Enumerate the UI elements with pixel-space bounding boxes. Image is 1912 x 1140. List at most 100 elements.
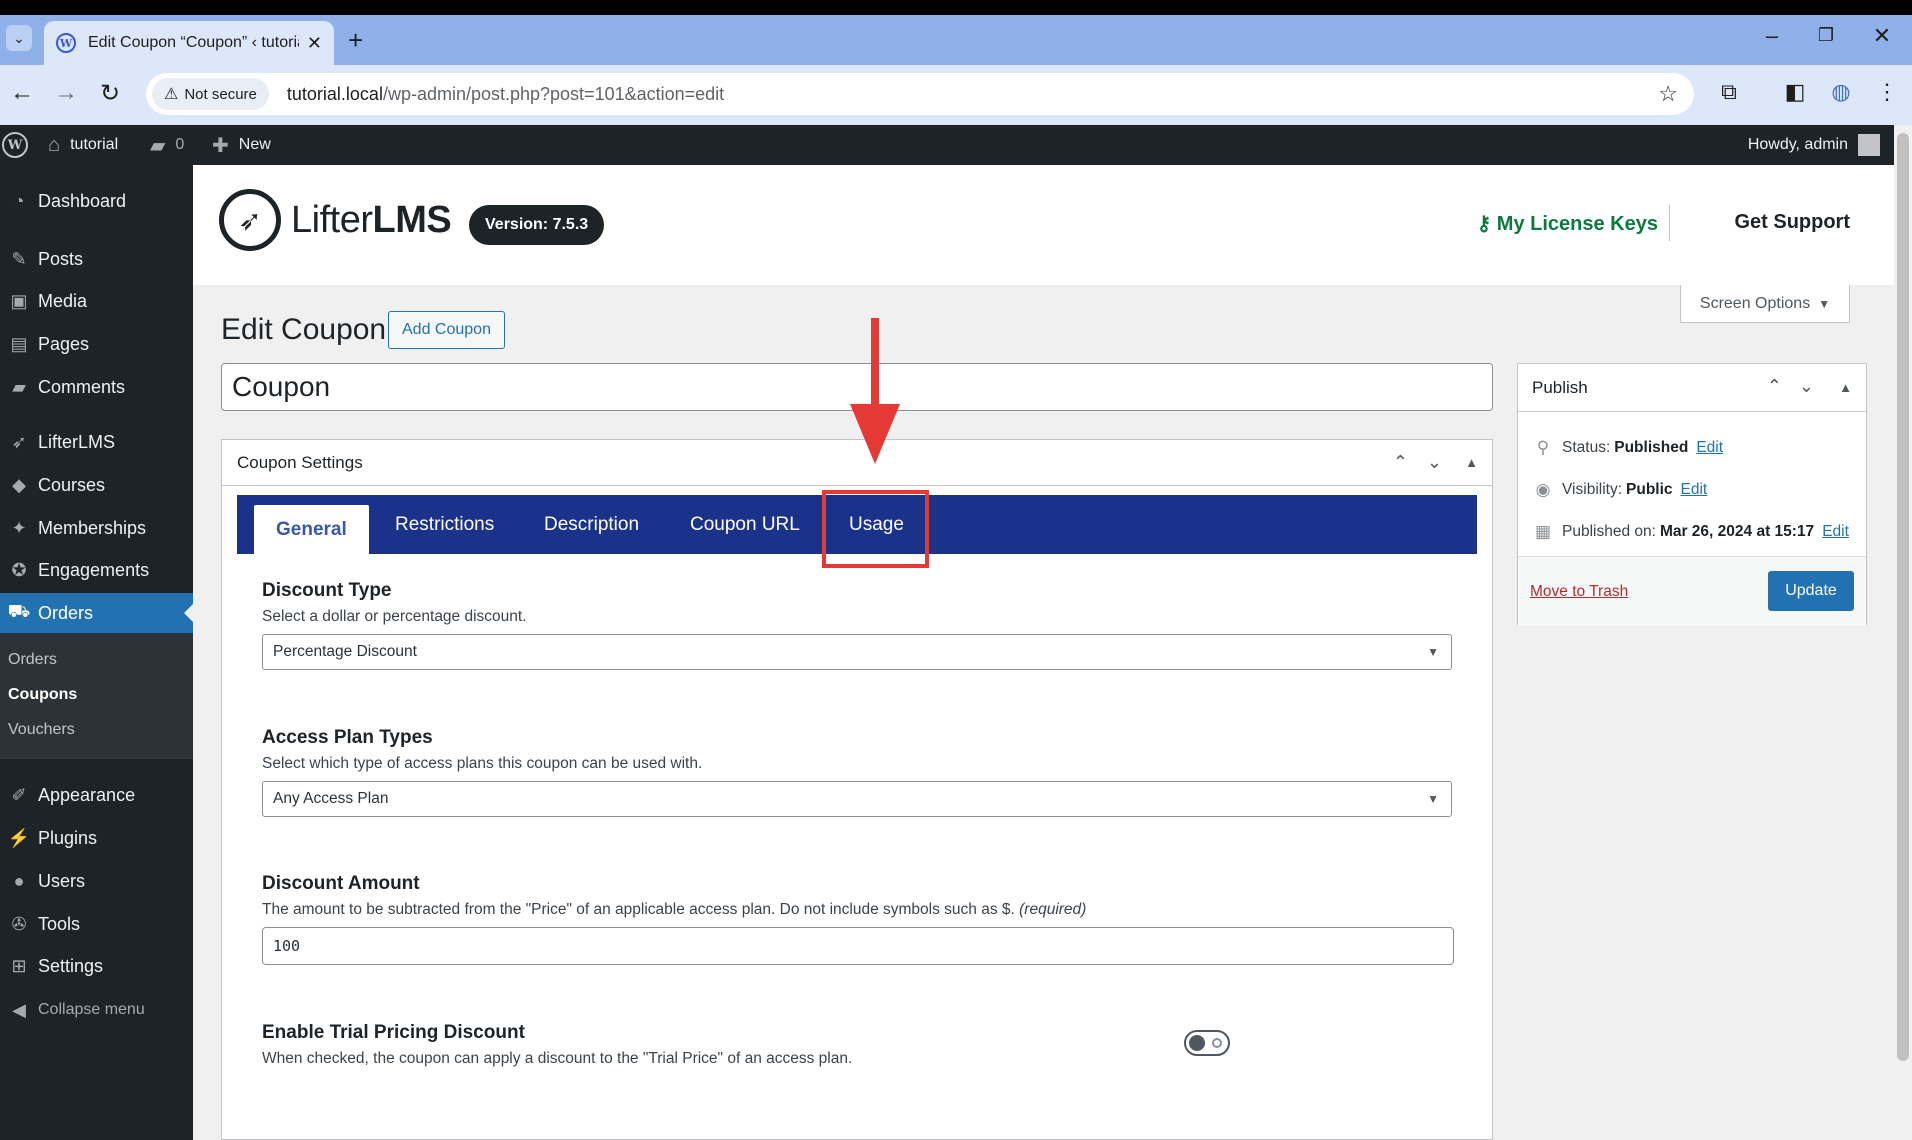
- menu-pages[interactable]: ▤ Pages: [0, 324, 193, 364]
- restore-button[interactable]: ❐: [1806, 25, 1846, 46]
- wordpress-logo-icon: W: [2, 132, 28, 158]
- site-name: tutorial: [70, 136, 119, 153]
- edit-date-link[interactable]: Edit: [1822, 523, 1849, 541]
- page-scrollbar[interactable]: [1894, 125, 1912, 1140]
- move-down-icon[interactable]: ⌄: [1427, 452, 1442, 473]
- site-name-link[interactable]: ⌂ tutorial: [48, 125, 118, 165]
- rocket-logo-icon: ➶: [219, 189, 281, 251]
- forward-button[interactable]: →: [50, 79, 82, 107]
- comments-count: 0: [175, 136, 185, 153]
- submenu-orders[interactable]: Orders: [8, 651, 57, 669]
- submenu-coupons[interactable]: Coupons: [8, 686, 77, 704]
- side-panel-icon[interactable]: ◧: [1778, 79, 1812, 105]
- settings-icon: ⊞: [11, 955, 27, 976]
- access-plan-types-desc: Select which type of access plans this c…: [262, 755, 703, 772]
- warning-icon: ⚠: [164, 86, 179, 103]
- access-plan-types-label: Access Plan Types: [262, 727, 433, 748]
- publish-actions: Move to Trash Update: [1518, 556, 1866, 626]
- menu-kebab-icon[interactable]: ⋮: [1870, 79, 1904, 105]
- new-tab-button[interactable]: +: [348, 25, 363, 56]
- reload-button[interactable]: ↻: [94, 79, 126, 108]
- license-keys-link[interactable]: ⚷ My License Keys: [1477, 211, 1658, 236]
- menu-tools[interactable]: ✇ Tools: [0, 904, 193, 944]
- wp-logo[interactable]: W: [2, 125, 28, 165]
- dropdown-arrow-icon: ▼: [1427, 792, 1439, 806]
- scrollbar-thumb[interactable]: [1897, 133, 1909, 1061]
- menu-settings[interactable]: ⊞ Settings: [0, 946, 193, 986]
- coupon-settings-title: Coupon Settings: [237, 452, 363, 472]
- discount-amount-input[interactable]: 100: [262, 927, 1454, 965]
- tab-search-button[interactable]: ⌄: [6, 25, 32, 51]
- tab-restrictions[interactable]: Restrictions: [395, 495, 494, 554]
- avatar: [1858, 134, 1880, 156]
- menu-media[interactable]: ▣ Media: [0, 281, 193, 321]
- toggle-panel-icon[interactable]: ▲: [1465, 455, 1478, 470]
- tab-close-icon[interactable]: ✕: [307, 33, 322, 54]
- menu-dashboard[interactable]: ◔ Dashboard: [0, 181, 193, 221]
- menu-users[interactable]: ● Users: [0, 861, 193, 901]
- pin-icon: ⚲: [1536, 438, 1550, 457]
- pin-icon: ✎: [11, 248, 27, 269]
- key-icon: ⚷: [1476, 213, 1497, 235]
- toggle-panel-icon[interactable]: ▲: [1839, 380, 1852, 395]
- comments-link[interactable]: ▰ 0: [150, 125, 184, 165]
- move-up-icon[interactable]: ⌃: [1393, 452, 1408, 473]
- wrench-icon: ✇: [11, 913, 27, 934]
- menu-label: Plugins: [38, 827, 98, 848]
- tab-description[interactable]: Description: [544, 495, 639, 554]
- move-to-trash-link[interactable]: Move to Trash: [1530, 583, 1628, 601]
- menu-label: LifterLMS: [38, 431, 116, 452]
- menu-label: Memberships: [38, 517, 147, 538]
- tab-general[interactable]: General: [254, 505, 369, 554]
- get-support-link[interactable]: Get Support: [1734, 211, 1850, 234]
- minimize-button[interactable]: –: [1752, 23, 1792, 49]
- tab-coupon-url[interactable]: Coupon URL: [690, 495, 800, 554]
- license-keys-label: My License Keys: [1496, 213, 1658, 235]
- bookmark-star-icon[interactable]: ☆: [1658, 81, 1678, 107]
- menu-plugins[interactable]: ⚡ Plugins: [0, 818, 193, 858]
- menu-memberships[interactable]: ✦ Memberships: [0, 508, 193, 548]
- menu-orders[interactable]: ⛟ Orders: [0, 593, 193, 633]
- media-icon: ▣: [10, 290, 28, 311]
- collapse-menu-button[interactable]: ◀ Collapse menu: [0, 990, 193, 1030]
- screen-options-button[interactable]: Screen Options ▼: [1680, 285, 1850, 323]
- menu-engagements[interactable]: ✪ Engagements: [0, 550, 193, 590]
- menu-appearance[interactable]: ✐ Appearance: [0, 775, 193, 815]
- menu-lifterlms[interactable]: ➶ LifterLMS: [0, 422, 193, 462]
- menu-label: Appearance: [38, 784, 136, 805]
- pages-icon: ▤: [10, 333, 28, 354]
- trial-discount-toggle[interactable]: [1184, 1030, 1230, 1056]
- menu-label: Users: [38, 870, 86, 891]
- menu-label: Comments: [38, 376, 126, 397]
- new-content-link[interactable]: ✚ New: [212, 125, 271, 165]
- profile-icon[interactable]: ◍: [1824, 79, 1858, 105]
- edit-status-link[interactable]: Edit: [1696, 439, 1723, 457]
- comment-icon: ▰: [150, 134, 166, 157]
- rocket-icon: ➶: [11, 431, 27, 452]
- publish-header: Publish ⌃ ⌄ ▲: [1518, 364, 1866, 412]
- add-coupon-button[interactable]: Add Coupon: [388, 311, 505, 349]
- back-button[interactable]: ←: [6, 79, 38, 107]
- security-indicator[interactable]: ⚠ Not secure: [152, 78, 269, 110]
- published-value: Mar 26, 2024 at 15:17: [1659, 523, 1815, 540]
- menu-comments[interactable]: ▰ Comments: [0, 367, 193, 407]
- update-button[interactable]: Update: [1768, 571, 1854, 611]
- menu-posts[interactable]: ✎ Posts: [0, 239, 193, 279]
- home-icon: ⌂: [48, 133, 61, 156]
- access-plan-types-select[interactable]: Any Access Plan ▼: [262, 781, 1452, 817]
- window-close-button[interactable]: ✕: [1862, 23, 1902, 49]
- menu-courses[interactable]: ◆ Courses: [0, 465, 193, 505]
- extensions-icon[interactable]: ⧉: [1712, 79, 1746, 105]
- toggle-knob: [1189, 1035, 1205, 1051]
- publish-title: Publish: [1532, 377, 1588, 397]
- account-menu[interactable]: Howdy, admin: [1748, 125, 1880, 165]
- discount-type-select[interactable]: Percentage Discount ▼: [262, 634, 1452, 670]
- edit-visibility-link[interactable]: Edit: [1681, 481, 1708, 499]
- submenu-vouchers[interactable]: Vouchers: [8, 721, 75, 739]
- required-note: (required): [1019, 901, 1087, 918]
- move-up-icon[interactable]: ⌃: [1767, 376, 1782, 397]
- address-bar[interactable]: ⚠ Not secure tutorial.local/wp-admin/pos…: [146, 73, 1694, 115]
- dropdown-arrow-icon: ▼: [1427, 645, 1439, 659]
- move-down-icon[interactable]: ⌄: [1799, 376, 1814, 397]
- browser-tab[interactable]: W Edit Coupon “Coupon” ‹ tutoria ✕: [44, 21, 334, 65]
